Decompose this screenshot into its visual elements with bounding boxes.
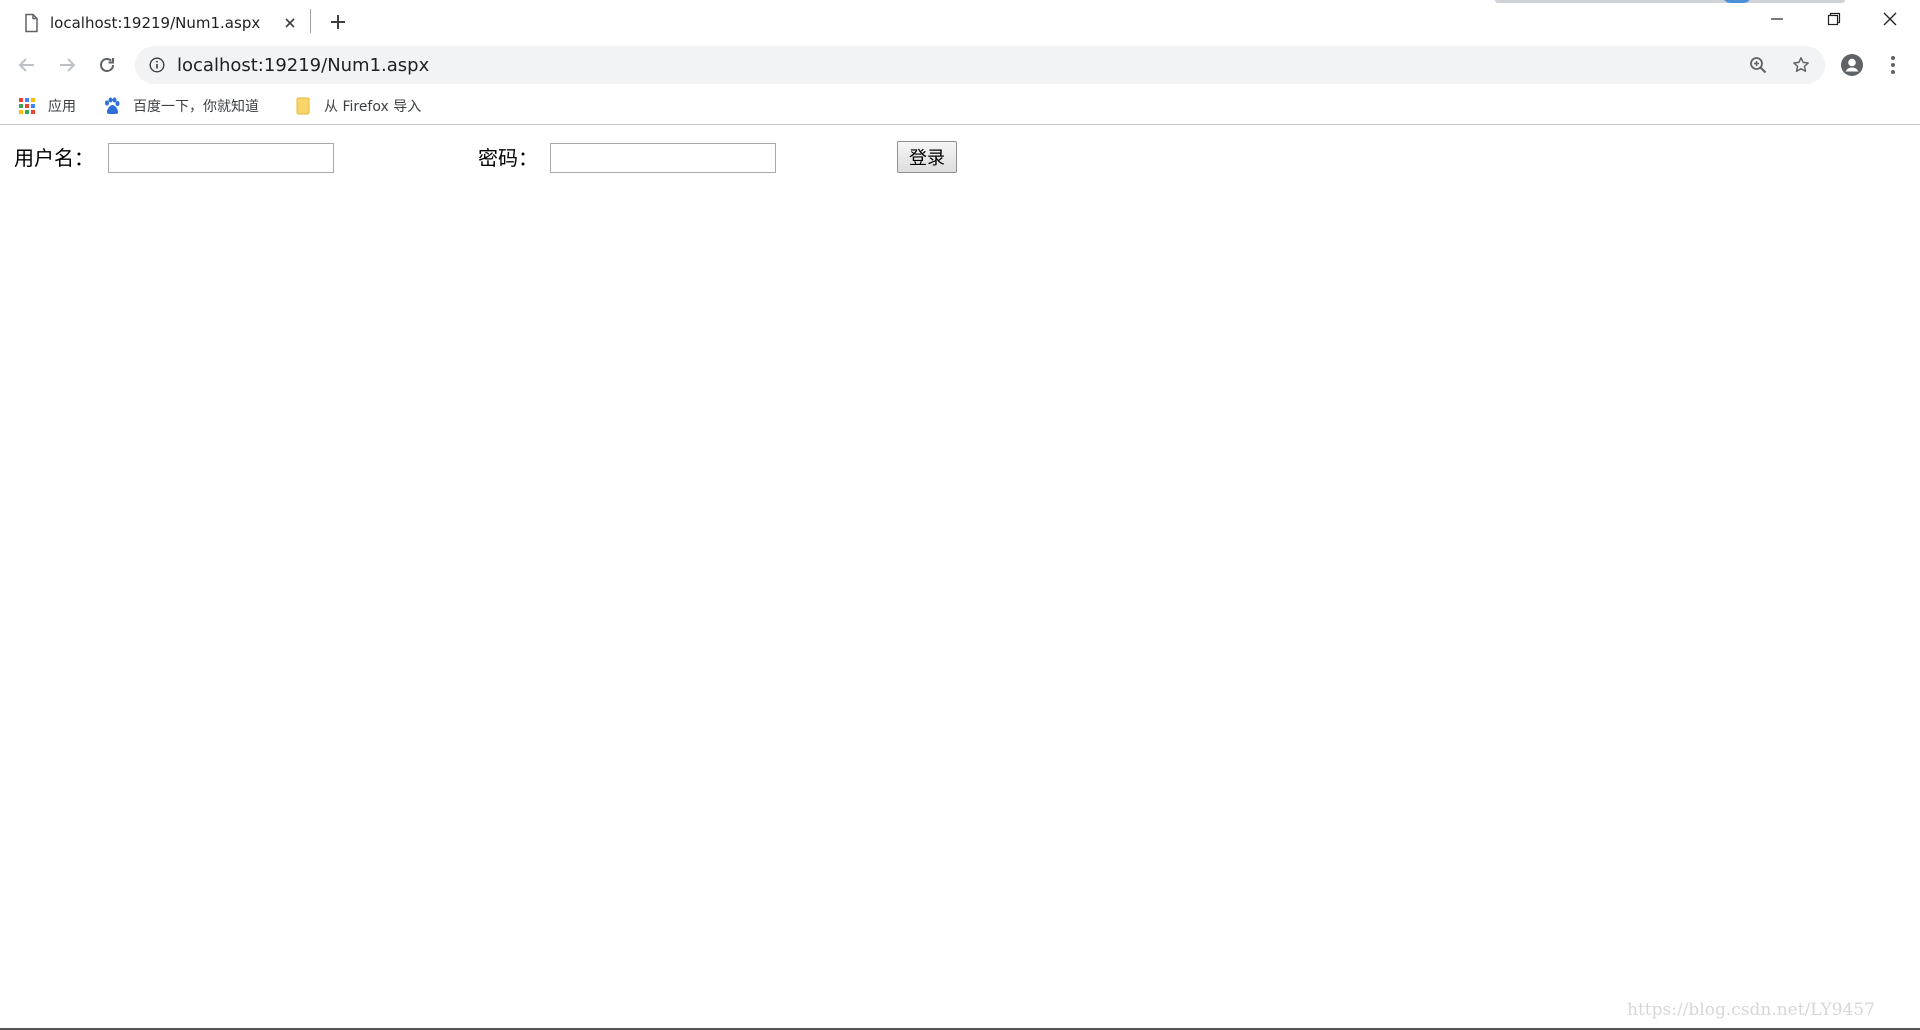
username-input[interactable] <box>108 143 334 173</box>
baidu-paw-icon <box>103 97 121 115</box>
notification-strip <box>1495 0 1845 3</box>
browser-window: localhost:19219/Num1.aspx localhost:1921… <box>0 0 1920 1030</box>
menu-button[interactable] <box>1880 50 1906 80</box>
restore-button[interactable] <box>1811 4 1857 34</box>
minimize-button[interactable] <box>1754 4 1800 34</box>
account-icon <box>1841 54 1863 76</box>
zoom-icon[interactable] <box>1747 54 1769 76</box>
close-tab-icon[interactable] <box>280 13 300 33</box>
browser-toolbar: localhost:19219/Num1.aspx <box>0 42 1920 88</box>
restore-icon <box>1827 12 1841 26</box>
page-icon <box>22 13 40 33</box>
tab-title: localhost:19219/Num1.aspx <box>50 14 261 32</box>
bookmark-label: 百度一下，你就知道 <box>133 99 259 115</box>
watermark-text: https://blog.csdn.net/LY9457 <box>1627 1000 1875 1020</box>
arrow-left-icon <box>18 58 34 72</box>
forward-button[interactable] <box>51 49 83 81</box>
star-icon[interactable] <box>1790 54 1812 76</box>
bookmarks-bar: 应用 百度一下，你就知道 从 Firefox 导入 <box>0 88 1920 125</box>
page-content: 用户名： 密码： 登录 <box>0 125 1920 1030</box>
apps-grid-icon <box>18 97 36 115</box>
reload-button[interactable] <box>91 49 123 81</box>
bookmark-firefox-import[interactable]: 从 Firefox 导入 <box>294 94 421 118</box>
username-label: 用户名： <box>14 146 94 170</box>
minimize-icon <box>1771 18 1783 20</box>
bookmark-baidu[interactable]: 百度一下，你就知道 <box>103 94 259 118</box>
close-window-button[interactable] <box>1867 4 1913 34</box>
address-bar[interactable]: localhost:19219/Num1.aspx <box>135 46 1825 84</box>
bookmark-apps[interactable]: 应用 <box>18 94 76 118</box>
login-button[interactable]: 登录 <box>897 141 957 173</box>
more-vert-icon <box>1891 56 1895 74</box>
tab-separator <box>310 9 311 33</box>
bookmark-label: 应用 <box>48 99 76 115</box>
folder-icon <box>294 97 312 115</box>
bookmark-label: 从 Firefox 导入 <box>324 99 422 115</box>
back-button[interactable] <box>11 49 43 81</box>
active-tab[interactable]: localhost:19219/Num1.aspx <box>12 6 308 40</box>
close-icon <box>1883 12 1897 26</box>
reload-icon <box>100 58 114 72</box>
arrow-right-icon <box>60 58 76 72</box>
profile-button[interactable] <box>1837 50 1867 80</box>
tab-strip: localhost:19219/Num1.aspx <box>0 0 1920 42</box>
info-icon[interactable] <box>147 55 167 75</box>
url-text: localhost:19219/Num1.aspx <box>177 55 430 76</box>
new-tab-button[interactable] <box>325 9 351 35</box>
password-input[interactable] <box>550 143 776 173</box>
plus-icon <box>331 15 345 29</box>
password-label: 密码： <box>478 146 538 170</box>
